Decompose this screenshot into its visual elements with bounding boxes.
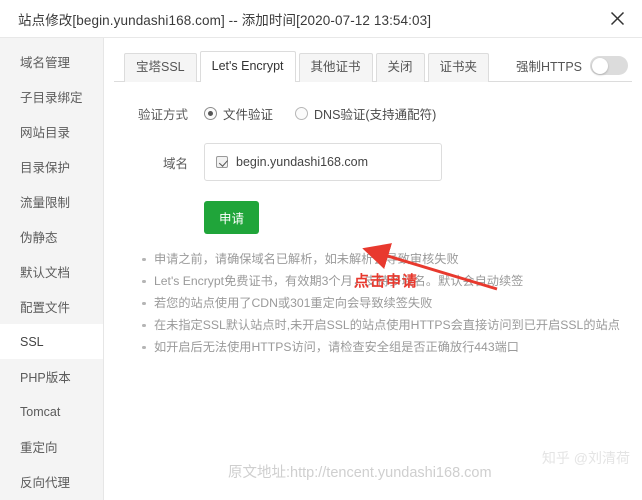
sidebar-item-ssl[interactable]: SSL — [0, 324, 103, 359]
radio-dns-verify-label: DNS验证(支持通配符) — [314, 108, 437, 122]
tab-other-cert[interactable]: 其他证书 — [298, 53, 373, 82]
domain-row: 域名 begin.yundashi168.com — [132, 143, 632, 181]
radio-file-verify-label: 文件验证 — [223, 108, 274, 122]
verify-method-label: 验证方式 — [137, 108, 188, 122]
apply-row: 申请 — [132, 201, 632, 234]
tab-lets-encrypt[interactable]: Let's Encrypt — [199, 51, 296, 83]
tab-cert-folder[interactable]: 证书夹 — [427, 53, 490, 82]
force-https-toggle[interactable] — [590, 56, 628, 75]
sidebar-item-domain-manage[interactable]: 域名管理 — [0, 44, 103, 79]
domain-label: 域名 — [162, 156, 188, 171]
domain-name-value: begin.yundashi168.com — [236, 155, 369, 169]
radio-file-verify[interactable]: 文件验证 — [204, 104, 273, 123]
site-modify-dialog: 站点修改[begin.yundashi168.com] -- 添加时间[2020… — [0, 0, 642, 500]
watermark-zhihu: 知乎 @刘清荷 — [541, 450, 630, 466]
annotation-label: 点击申请 — [354, 273, 419, 290]
radio-dns-verify-indicator[interactable] — [295, 107, 309, 120]
list-item: 如开启后无法使用HTTPS访问，请检查安全组是否正确放行443端口 — [140, 336, 632, 358]
dialog-title: 站点修改[begin.yundashi168.com] -- 添加时间[2020… — [18, 12, 432, 28]
verify-method-row: 验证方式 文件验证 DNS验证(支持通配符) — [132, 104, 632, 123]
cert-request-form: 验证方式 文件验证 DNS验证(支持通配符) 域名 begin.yundashi… — [114, 82, 632, 358]
force-https-label: 强制HTTPS — [516, 60, 582, 74]
radio-dns-verify[interactable]: DNS验证(支持通配符) — [295, 104, 436, 123]
tab-bt-ssl[interactable]: 宝塔SSL — [124, 53, 197, 82]
toggle-knob — [591, 57, 608, 74]
list-item: 若您的站点使用了CDN或301重定向会导致续签失败 — [140, 292, 632, 314]
ssl-panel: 宝塔SSL Let's Encrypt 其他证书 关闭 证书夹 强制HTTPS … — [104, 38, 642, 500]
sidebar-item-site-dir[interactable]: 网站目录 — [0, 114, 103, 149]
domain-list-box[interactable]: begin.yundashi168.com — [204, 143, 442, 181]
list-item: 在未指定SSL默认站点时,未开启SSL的站点使用HTTPS会直接访问到已开启SS… — [140, 314, 632, 336]
sidebar-item-dir-protect[interactable]: 目录保护 — [0, 149, 103, 184]
sidebar-item-config-file[interactable]: 配置文件 — [0, 289, 103, 324]
watermark-source-url: 原文地址:http://tencent.yundashi168.com — [228, 465, 492, 481]
sidebar-item-reverse-proxy[interactable]: 反向代理 — [0, 464, 103, 499]
ssl-tabbar: 宝塔SSL Let's Encrypt 其他证书 关闭 证书夹 强制HTTPS — [114, 48, 632, 83]
dialog-titlebar: 站点修改[begin.yundashi168.com] -- 添加时间[2020… — [0, 0, 642, 38]
verify-method-options: 文件验证 DNS验证(支持通配符) — [204, 104, 436, 123]
ssl-notes-list: 申请之前，请确保域名已解析，如未解析会导致审核失败 Let's Encrypt免… — [132, 248, 632, 358]
sidebar-item-default-doc[interactable]: 默认文档 — [0, 254, 103, 289]
close-icon[interactable] — [606, 8, 628, 30]
list-item: 申请之前，请确保域名已解析，如未解析会导致审核失败 — [140, 248, 632, 270]
sidebar-item-subdir-bind[interactable]: 子目录绑定 — [0, 79, 103, 114]
sidebar-item-php-version[interactable]: PHP版本 — [0, 359, 103, 394]
sidebar-item-redirect[interactable]: 重定向 — [0, 429, 103, 464]
sidebar-item-tomcat[interactable]: Tomcat — [0, 394, 103, 429]
settings-sidebar: 域名管理 子目录绑定 网站目录 目录保护 流量限制 伪静态 默认文档 配置文件 … — [0, 38, 104, 500]
sidebar-item-rewrite[interactable]: 伪静态 — [0, 219, 103, 254]
sidebar-item-traffic-limit[interactable]: 流量限制 — [0, 184, 103, 219]
force-https-control: 强制HTTPS — [516, 56, 632, 81]
tab-close[interactable]: 关闭 — [375, 53, 425, 82]
dialog-body: 域名管理 子目录绑定 网站目录 目录保护 流量限制 伪静态 默认文档 配置文件 … — [0, 38, 642, 500]
radio-file-verify-indicator[interactable] — [204, 107, 217, 120]
domain-checkbox[interactable] — [216, 156, 228, 168]
apply-button[interactable]: 申请 — [204, 201, 260, 234]
